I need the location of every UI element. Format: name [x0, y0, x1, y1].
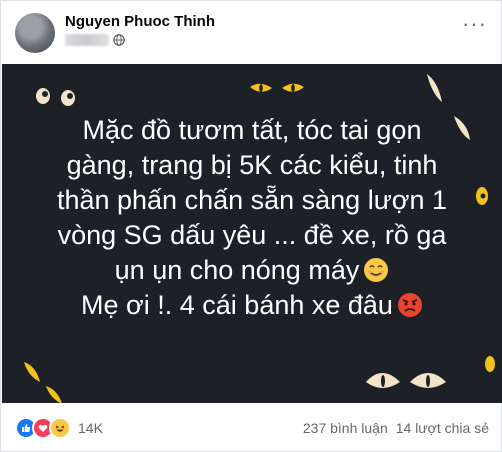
more-horizontal-icon: ··· — [462, 11, 487, 36]
post-line: Mặc đồ tươm tất, tóc tai gọn — [82, 115, 422, 145]
post-card: Nguyen Phuoc Thinh ··· Mặc đồ tươm tất, … — [0, 0, 502, 452]
post-meta — [65, 34, 125, 46]
shares-count[interactable]: 14 lượt chia sẻ — [396, 420, 489, 436]
post-line: ụn ụn cho nóng máy — [114, 255, 360, 285]
angry-face-emoji — [397, 293, 422, 317]
post-text: Mặc đồ tươm tất, tóc tai gọn gàng, trang… — [2, 113, 502, 323]
avatar[interactable] — [15, 13, 55, 53]
haha-icon — [49, 417, 71, 439]
eyes-bottom-right — [366, 373, 446, 388]
eyes-top-left — [36, 88, 75, 106]
comments-count[interactable]: 237 bình luận — [303, 420, 388, 436]
author-name[interactable]: Nguyen Phuoc Thinh — [65, 13, 215, 30]
blurred-timestamp[interactable] — [65, 34, 109, 46]
reactions-count[interactable]: 14K — [78, 420, 103, 436]
more-options-button[interactable]: ··· — [462, 13, 487, 35]
eyes-top-center — [250, 83, 304, 92]
post-line-with-emoji: Mẹ ơi !. 4 cái bánh xe đâu — [2, 288, 502, 323]
post-background: Mặc đồ tươm tất, tóc tai gọn gàng, trang… — [2, 64, 502, 403]
smiling-face-emoji — [364, 258, 389, 282]
eyes-bottom-left — [24, 362, 62, 403]
post-footer: 14K 237 bình luận 14 lượt chia sẻ — [15, 406, 489, 450]
post-line: Mẹ ơi !. 4 cái bánh xe đâu — [81, 290, 393, 320]
eyes-far-right — [485, 356, 495, 372]
post-line: vòng SG dấu yêu ... đề xe, rồ ga — [57, 220, 447, 250]
globe-icon[interactable] — [113, 34, 125, 46]
engagement-stats: 237 bình luận 14 lượt chia sẻ — [303, 420, 489, 436]
post-line-with-emoji: ụn ụn cho nóng máy — [2, 253, 502, 288]
post-line: thần phấn chấn sẵn sàng lượn 1 — [56, 185, 448, 215]
reactions-summary[interactable]: 14K — [15, 417, 103, 439]
post-line: gàng, trang bị 5K các kiểu, tinh — [66, 150, 438, 180]
